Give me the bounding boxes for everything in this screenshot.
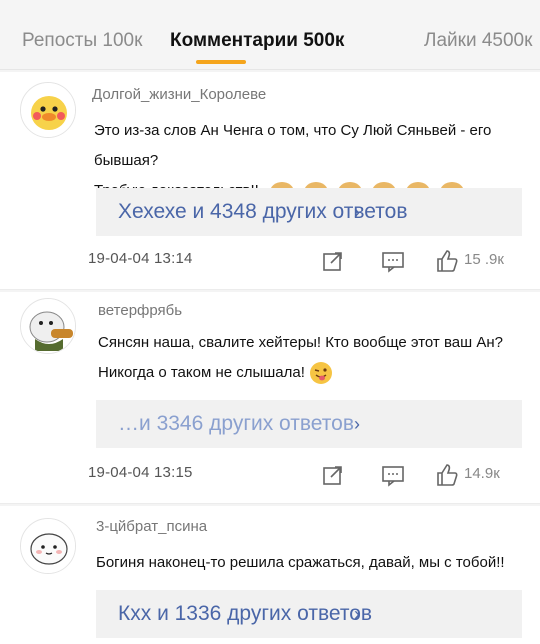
replies-label: Кхх и 1336 других ответов: [118, 602, 373, 625]
comment-line: Сянсян наша, свалите хейтеры! Кто вообще…: [98, 334, 503, 351]
active-tab-indicator: [196, 60, 246, 64]
comment-text: Сянсян наша, свалите хейтеры! Кто вообще…: [98, 328, 518, 388]
view-replies-button[interactable]: Хехехе и 4348 других ответов ›: [96, 188, 522, 236]
like-icon[interactable]: [434, 248, 460, 274]
comment-item: Долгой_жизни_Королеве Это из-за слов Ан …: [0, 72, 540, 290]
comment-date: 19-04-04 13:15: [88, 464, 193, 481]
chevron-right-icon: ›: [354, 202, 360, 222]
comment-author[interactable]: ветерфрябь: [98, 302, 182, 319]
comment-line: Богиня наконец-то решила сражаться, дава…: [96, 554, 505, 571]
avatar[interactable]: [20, 518, 76, 574]
like-count: 15 .9к: [464, 251, 504, 268]
tab-likes[interactable]: Лайки 4500к: [424, 30, 532, 52]
like-count: 14.9к: [464, 465, 500, 482]
comment-author[interactable]: Долгой_жизни_Королеве: [92, 86, 266, 103]
tab-bar: Репосты 100к Комментарии 500к Лайки 4500…: [0, 0, 540, 70]
tab-reposts[interactable]: Репосты 100к: [22, 30, 142, 52]
comment-text: Богиня наконец-то решила сражаться, дава…: [96, 548, 516, 578]
replies-label: Хехехе и 4348 других ответов: [118, 200, 408, 223]
share-icon[interactable]: [320, 248, 346, 274]
comment-line-with-emoji: Никогда о таком не слышала!: [98, 358, 518, 388]
comment-date: 19-04-04 13:14: [88, 250, 193, 267]
bear-avatar-icon: [21, 299, 75, 353]
comment-item: 3-цйбрат_псина Богиня наконец-то решила …: [0, 506, 540, 644]
comment-icon[interactable]: [380, 248, 406, 274]
like-icon[interactable]: [434, 462, 460, 488]
seal-avatar-icon: [21, 519, 75, 573]
avatar[interactable]: [20, 82, 76, 138]
replies-label: …и 3346 других ответов: [118, 412, 354, 435]
avatar[interactable]: [20, 298, 76, 354]
comment-line: Это из-за слов Ан Ченга о том, что Су Лю…: [94, 122, 492, 169]
comment-line: Никогда о таком не слышала!: [98, 364, 305, 381]
duck-avatar-icon: [21, 83, 75, 137]
chevron-right-icon: ›: [354, 604, 360, 624]
wink-tongue-emoji-icon: [309, 361, 333, 385]
view-replies-button[interactable]: Кхх и 1336 других ответов ›: [96, 590, 522, 638]
share-icon[interactable]: [320, 462, 346, 488]
comment-meta: 19-04-04 13:14 15 .9к: [88, 248, 518, 274]
comment-meta: 19-04-04 13:15 14.9к: [88, 462, 518, 488]
tab-comments[interactable]: Комментарии 500к: [170, 30, 344, 52]
comment-item: ветерфрябь Сянсян наша, свалите хейтеры!…: [0, 292, 540, 504]
comment-author[interactable]: 3-цйбрат_псина: [96, 518, 207, 535]
view-replies-button[interactable]: …и 3346 других ответов ›: [96, 400, 522, 448]
comment-icon[interactable]: [380, 462, 406, 488]
chevron-right-icon: ›: [354, 414, 360, 434]
